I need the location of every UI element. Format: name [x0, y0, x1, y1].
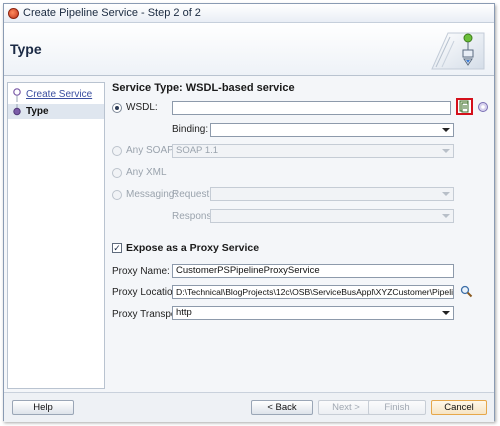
messaging-label: Messaging:	[126, 189, 178, 200]
nav-item-type[interactable]: Type	[8, 104, 104, 119]
binding-select[interactable]	[210, 123, 454, 137]
chevron-down-icon	[442, 149, 450, 153]
any-soap-value: SOAP 1.1	[176, 145, 219, 156]
next-button[interactable]: Next >	[318, 400, 374, 415]
wizard-graphic-icon	[431, 32, 485, 70]
chevron-down-icon	[442, 214, 450, 218]
search-icon[interactable]	[460, 285, 473, 298]
proxy-transport-value: http	[176, 307, 192, 318]
wizard-banner: Type	[4, 23, 494, 76]
any-xml-label: Any XML	[126, 167, 167, 178]
current-step-icon	[8, 104, 26, 119]
nav-item-create-service[interactable]: Create Service	[8, 87, 104, 102]
wizard-nav: Create Service Type	[7, 82, 105, 389]
step-marker-icon	[8, 87, 26, 102]
button-bar: Help < Back Next > Finish Cancel	[4, 392, 494, 422]
page-title: Type	[10, 41, 42, 57]
window-title: Create Pipeline Service - Step 2 of 2	[23, 7, 201, 19]
back-button[interactable]: < Back	[251, 400, 313, 415]
proxy-name-label: Proxy Name:	[112, 266, 170, 277]
any-soap-label: Any SOAP:	[126, 145, 177, 156]
proxy-location-label: Proxy Location:	[112, 287, 181, 298]
proxy-location-field[interactable]: D:\Technical\BlogProjects\12c\OSB\Servic…	[172, 285, 454, 299]
messaging-radio[interactable]	[112, 190, 122, 200]
proxy-transport-select[interactable]: http	[172, 306, 454, 320]
nav-item-label: Create Service	[26, 89, 93, 100]
nav-item-label: Type	[26, 106, 49, 117]
app-icon	[8, 7, 19, 19]
expose-proxy-label: Expose as a Proxy Service	[126, 242, 260, 254]
wsdl-label: WSDL:	[126, 102, 158, 113]
cancel-button[interactable]: Cancel	[431, 400, 487, 415]
proxy-name-field[interactable]: CustomerPSPipelineProxyService	[172, 264, 454, 278]
binding-label: Binding:	[172, 124, 209, 135]
request-label: Request:	[172, 189, 213, 200]
request-select[interactable]	[210, 187, 454, 201]
response-select[interactable]	[210, 209, 454, 223]
service-type-heading: Service Type: WSDL-based service	[112, 82, 295, 94]
wsdl-radio[interactable]	[112, 103, 122, 113]
main-panel: Service Type: WSDL-based service WSDL: B…	[110, 78, 490, 390]
wsdl-field[interactable]	[172, 101, 451, 115]
chevron-down-icon	[442, 192, 450, 196]
browse-wsdl-icon	[459, 100, 469, 113]
create-wsdl-icon[interactable]	[477, 101, 489, 113]
title-bar: Create Pipeline Service - Step 2 of 2	[4, 4, 494, 23]
any-soap-select[interactable]: SOAP 1.1	[172, 144, 454, 158]
dialog-window: Create Pipeline Service - Step 2 of 2 Ty…	[3, 3, 495, 422]
help-button[interactable]: Help	[12, 400, 74, 415]
finish-button[interactable]: Finish	[368, 400, 426, 415]
wsdl-browse-button[interactable]	[456, 98, 473, 115]
expose-proxy-checkbox[interactable]: ✓	[112, 243, 122, 253]
any-xml-radio[interactable]	[112, 168, 122, 178]
any-soap-radio[interactable]	[112, 146, 122, 156]
chevron-down-icon	[442, 128, 450, 132]
chevron-down-icon	[442, 311, 450, 315]
